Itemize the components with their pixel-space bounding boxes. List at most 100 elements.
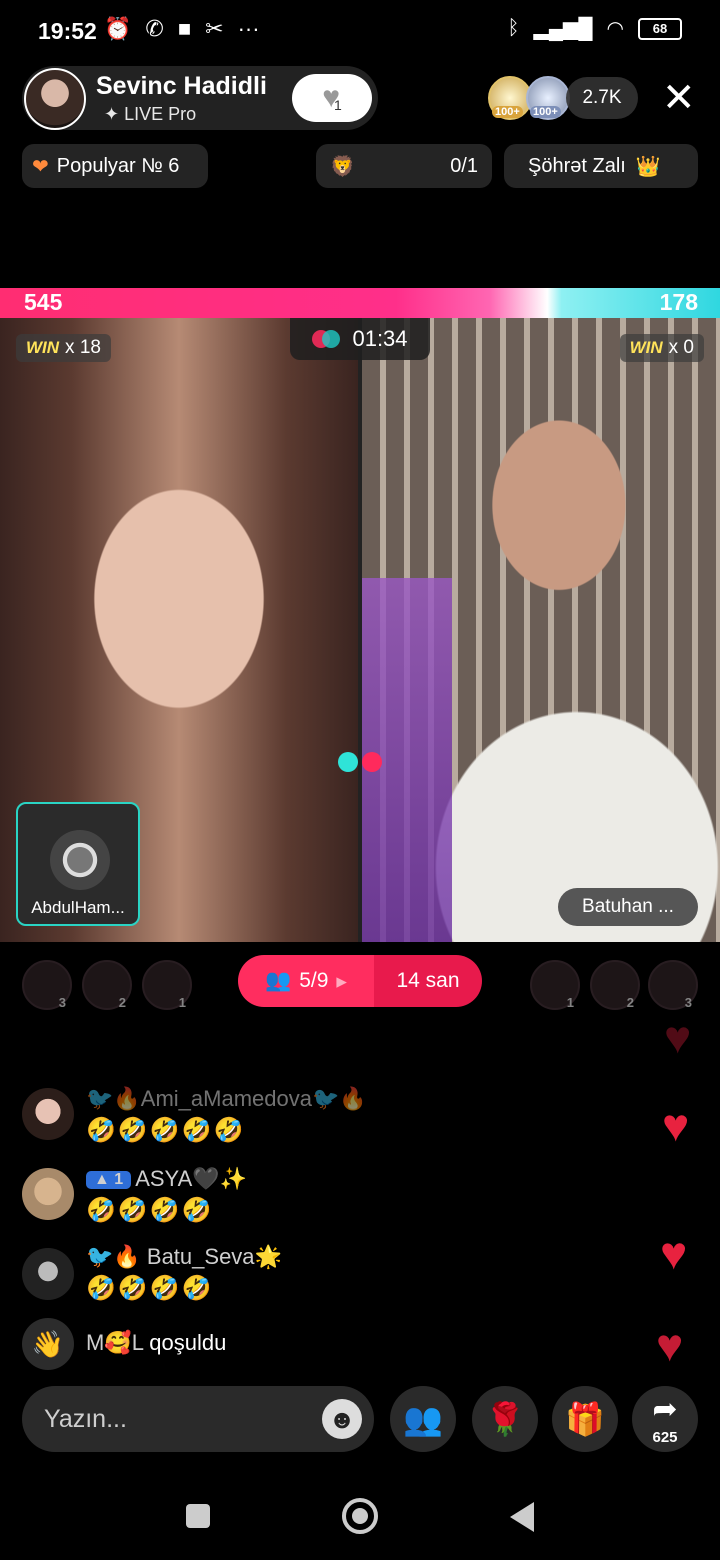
back-button[interactable] [510, 1502, 534, 1532]
right-supporter-1[interactable]: 1 [530, 960, 580, 1010]
host-subtitle-label: LIVE Pro [124, 104, 197, 124]
floating-heart-icon: ♥ [662, 1099, 690, 1151]
battery-icon: 68 [638, 17, 682, 40]
popular-rank-label: Populyar № 6 [56, 154, 180, 177]
people-icon: 👥 [265, 969, 292, 992]
joined-user[interactable]: M🥰L [86, 1330, 143, 1355]
more-icon: ··· [237, 16, 260, 41]
status-icons-right: ᛒ ▂▄▆█ ◠ 68 [507, 16, 682, 41]
video-icon: ■ [177, 16, 192, 41]
video-divider [358, 318, 362, 942]
gift-button[interactable]: 🎁 [552, 1386, 618, 1452]
home-button[interactable] [342, 1498, 378, 1534]
rank-label: 3 [684, 995, 692, 1010]
viewer-badge-1: 100+ [492, 106, 523, 118]
left-supporter-3[interactable]: 3 [22, 960, 72, 1010]
bluetooth-icon: ᛒ [507, 17, 520, 39]
comment-author: ASYA🖤✨ [135, 1166, 248, 1191]
join-message: M🥰L qoşuldu [86, 1330, 226, 1356]
guests-icon: 👥 [403, 1401, 443, 1437]
participants-label: 5/9 [299, 969, 329, 992]
host-subtitle: ✦ LIVE Pro [104, 104, 196, 125]
viewer-count[interactable]: 2.7K [566, 77, 638, 119]
guest-card[interactable]: AbdulHam... [16, 802, 140, 926]
rank-label: 2 [626, 995, 634, 1010]
rank-label: 1 [566, 995, 574, 1010]
win-label-left: WIN [26, 338, 60, 357]
comment-avatar[interactable] [22, 1168, 74, 1220]
comment-composer[interactable]: ☻ [22, 1386, 374, 1452]
opponent-name-tag[interactable]: Batuhan ... [558, 888, 698, 926]
arrow-icon: ▸ [336, 969, 347, 993]
battle-icon [312, 330, 342, 348]
comment-input[interactable] [44, 1400, 324, 1438]
like-count: 1 [334, 97, 342, 113]
top-viewer-avatar-2[interactable]: 100+ [526, 76, 570, 120]
status-icons-left: ⏰ ✆ ■ ✂ ··· [104, 16, 260, 42]
share-button[interactable]: ➦ 625 [632, 1386, 698, 1452]
alarm-icon: ⏰ [104, 16, 132, 41]
win-streak-right: WIN x 0 [619, 334, 704, 362]
participants-section: 👥 5/9 ▸ [238, 955, 374, 1007]
comment-text: 🤣🤣🤣🤣🤣 [86, 1117, 246, 1144]
rank-label: 3 [58, 995, 66, 1010]
rose-icon: 🌹 [485, 1401, 525, 1437]
goal-chip[interactable]: 🦁 0/1 [316, 144, 492, 188]
fame-hall-label: Şöhrət Zalı [528, 154, 626, 177]
missed-call-icon: ✂ [205, 16, 224, 41]
right-supporter-3[interactable]: 3 [648, 960, 698, 1010]
share-count: 625 [652, 1429, 678, 1446]
follow-heart-button[interactable]: ♥ 1 [292, 74, 372, 122]
comment-author[interactable]: 🐦🔥 Batu_Seva🌟 [86, 1244, 282, 1270]
floating-heart-icon: ♥ [660, 1227, 688, 1279]
share-icon: ➦ [652, 1393, 678, 1426]
battle-participants-pill[interactable]: 👥 5/9 ▸ 14 san [238, 955, 482, 1007]
level-badge: ▲ 1 [86, 1171, 132, 1189]
viewer-badge-2: 100+ [530, 106, 561, 118]
host-name[interactable]: Sevinc Hadidli [96, 72, 267, 101]
emoji-icon[interactable]: ☻ [322, 1399, 362, 1439]
indicator-dot-pink [362, 752, 382, 772]
left-supporter-2[interactable]: 2 [82, 960, 132, 1010]
score-right: 178 [659, 289, 698, 315]
sparkle-icon: ✦ [104, 104, 120, 124]
left-supporter-1[interactable]: 1 [142, 960, 192, 1010]
comment-author-row[interactable]: ▲ 1 ASYA🖤✨ [86, 1166, 247, 1192]
comment-avatar[interactable] [22, 1248, 74, 1300]
gift-icon: 🎁 [565, 1401, 605, 1437]
comment-text: 🤣🤣🤣🤣 [86, 1197, 214, 1224]
win-count-left: x 18 [65, 337, 101, 358]
opponent-video[interactable] [362, 318, 720, 942]
countdown-label: 14 san [374, 955, 482, 1007]
status-time: 19:52 [38, 18, 97, 44]
crown-icon: 👑 [635, 155, 661, 178]
joined-label: qoşuldu [149, 1330, 227, 1355]
whatsapp-icon: ✆ [145, 16, 164, 41]
battle-timer-label: 01:34 [352, 326, 408, 351]
guest-avatar [50, 830, 110, 890]
wifi-icon: ◠ [606, 18, 624, 40]
floating-heart-icon: ♥ [656, 1319, 684, 1371]
right-supporter-2[interactable]: 2 [590, 960, 640, 1010]
fame-hall-chip[interactable]: Şöhrət Zalı 👑 [504, 144, 698, 188]
win-streak-left: WIN x 18 [16, 334, 111, 362]
win-label-right: WIN [629, 338, 663, 357]
popular-rank-chip[interactable]: ❤ Populyar № 6 [22, 144, 208, 188]
close-icon[interactable]: ✕ [662, 76, 696, 120]
battle-score-bar [0, 288, 720, 318]
rank-label: 1 [178, 995, 186, 1010]
host-avatar[interactable] [24, 68, 86, 130]
comment-text: 🤣🤣🤣🤣 [86, 1275, 214, 1302]
score-left: 545 [24, 289, 63, 315]
rose-gift-button[interactable]: 🌹 [472, 1386, 538, 1452]
broken-heart-icon: ❤ [32, 155, 49, 178]
lion-icon: 🦁 [330, 155, 355, 178]
comment-author[interactable]: 🐦🔥Ami_aMamedova🐦🔥 [86, 1086, 367, 1112]
guests-button[interactable]: 👥 [390, 1386, 456, 1452]
guest-name: AbdulHam... [31, 898, 125, 917]
comment-avatar[interactable] [22, 1088, 74, 1140]
floating-heart-icon: ♥ [664, 1011, 692, 1063]
recents-button[interactable] [186, 1504, 210, 1528]
level-value: 1 [114, 1171, 124, 1188]
indicator-dot-cyan [338, 752, 358, 772]
